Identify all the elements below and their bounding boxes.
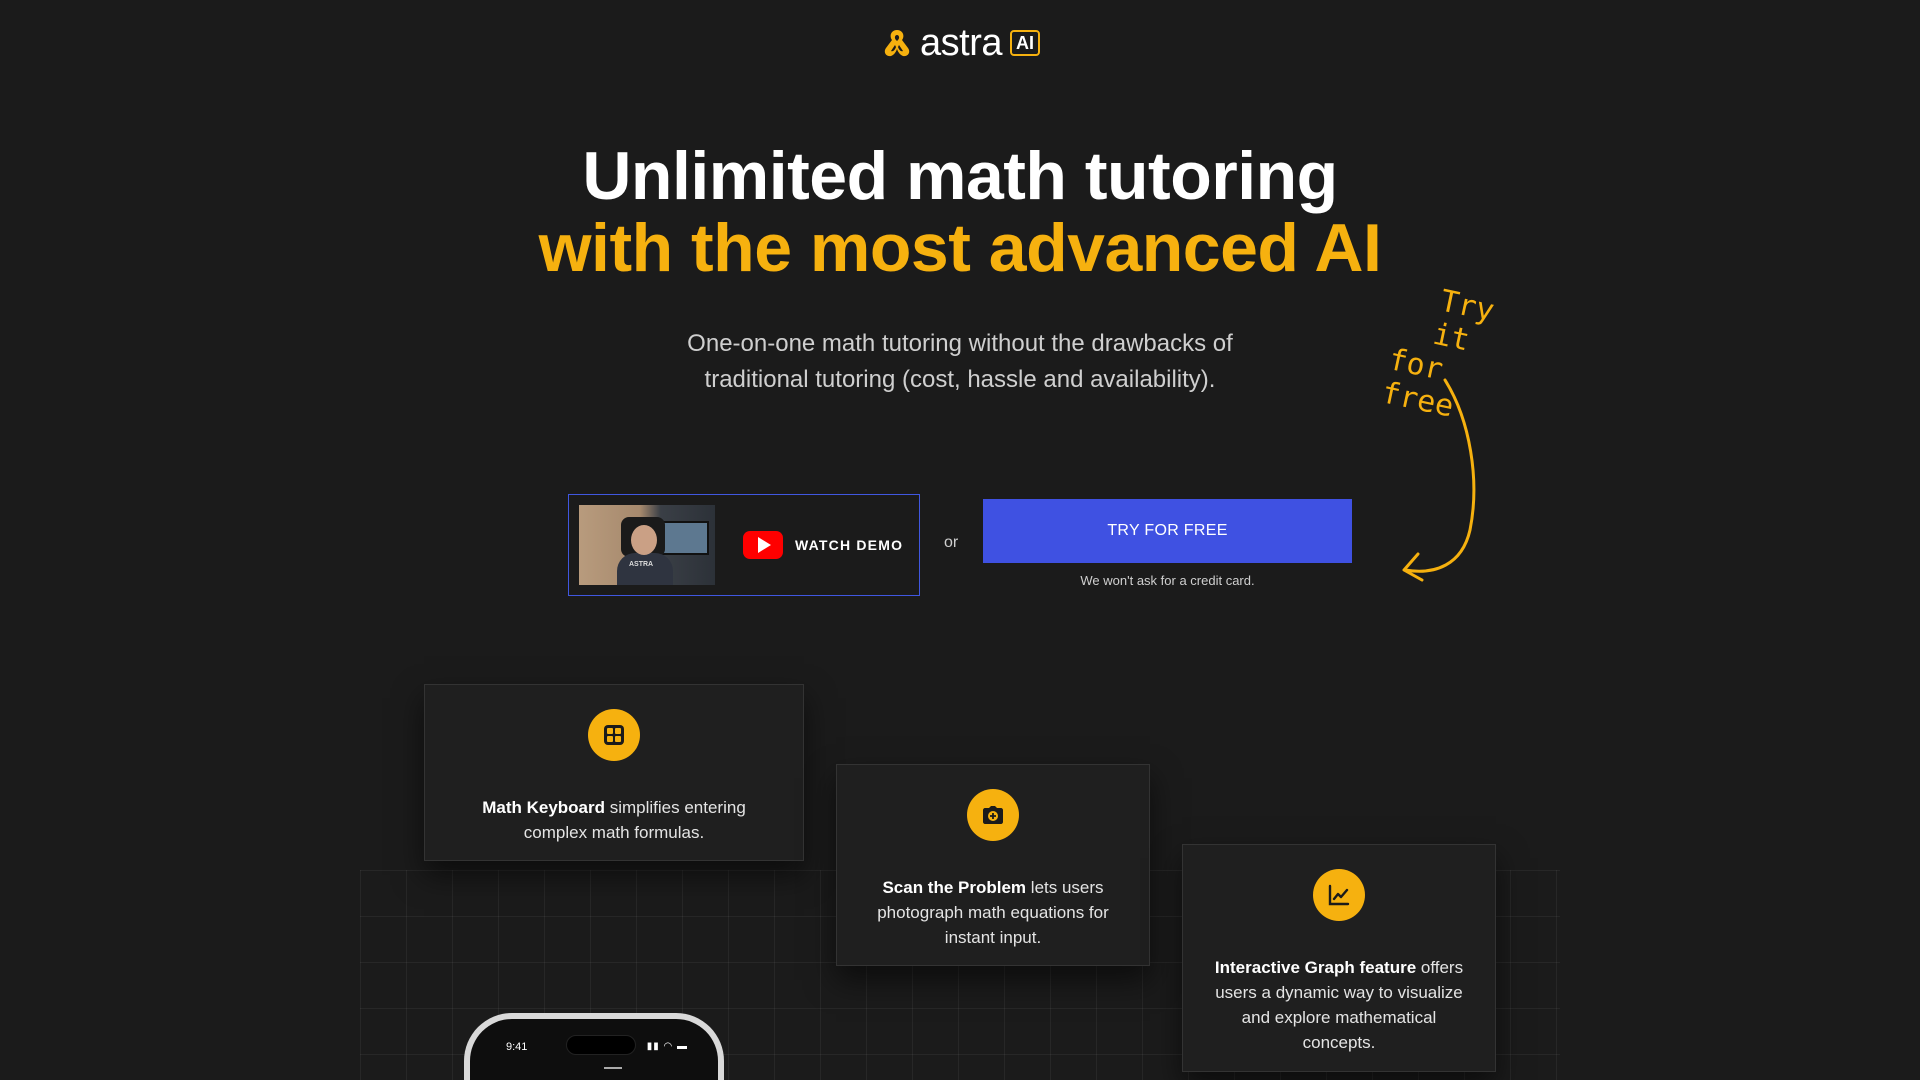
try-for-free-button[interactable]: TRY FOR FREE: [983, 499, 1352, 563]
hero-heading-line1: Unlimited math tutoring: [582, 138, 1338, 214]
logo-ai-badge: AI: [1009, 30, 1040, 56]
feature-description: Interactive Graph feature offers users a…: [1211, 955, 1467, 1055]
feature-card-interactive-graph: Interactive Graph feature offers users a…: [1182, 844, 1496, 1072]
youtube-play-icon: [743, 531, 783, 559]
feature-description: Math Keyboard simplifies entering comple…: [453, 795, 775, 845]
phone-screen: 9:41 ▮▮ ◠ ▬: [470, 1019, 718, 1080]
demo-video-thumbnail[interactable]: ASTRA: [579, 505, 715, 585]
hero-heading-line2: with the most advanced AI: [538, 210, 1382, 286]
watch-demo-button[interactable]: ASTRA WATCH DEMO: [568, 494, 920, 596]
feature-card-math-keyboard: Math Keyboard simplifies entering comple…: [424, 684, 804, 861]
thumbnail-shirt-text: ASTRA: [629, 561, 654, 568]
phone-status-icons: ▮▮ ◠ ▬: [646, 1041, 688, 1052]
camera-icon: [967, 789, 1019, 841]
thumbnail-monitor: [659, 521, 709, 555]
logo-wordmark: astra: [920, 22, 1002, 64]
hero-subtitle: One-on-one math tutoring without the dra…: [687, 330, 1233, 393]
feature-description: Scan the Problem lets users photograph m…: [865, 875, 1121, 950]
thumbnail-person-body: [617, 553, 673, 585]
chart-icon: [1313, 869, 1365, 921]
feature-card-scan-problem: Scan the Problem lets users photograph m…: [836, 764, 1150, 966]
feature-title: Math Keyboard: [482, 798, 605, 817]
feature-title: Scan the Problem: [882, 878, 1027, 897]
astra-logo-icon: [884, 30, 910, 57]
no-credit-card-note: We won't ask for a credit card.: [1080, 573, 1255, 588]
phone-status-time: 9:41: [506, 1041, 528, 1053]
brand-logo[interactable]: astra AI: [880, 24, 1040, 62]
hero-heading: Unlimited math tutoring with the most ad…: [0, 140, 1920, 284]
phone-handle-bar: [604, 1067, 622, 1069]
or-separator: or: [944, 534, 959, 551]
thumbnail-person-head: [631, 525, 657, 555]
watch-demo-label: WATCH DEMO: [795, 537, 904, 553]
calculator-icon: [588, 709, 640, 761]
feature-title: Interactive Graph feature: [1214, 958, 1417, 977]
phone-mockup: 9:41 ▮▮ ◠ ▬: [464, 1013, 724, 1080]
curved-arrow-icon: [1402, 378, 1476, 582]
phone-dynamic-island: [566, 1035, 636, 1055]
